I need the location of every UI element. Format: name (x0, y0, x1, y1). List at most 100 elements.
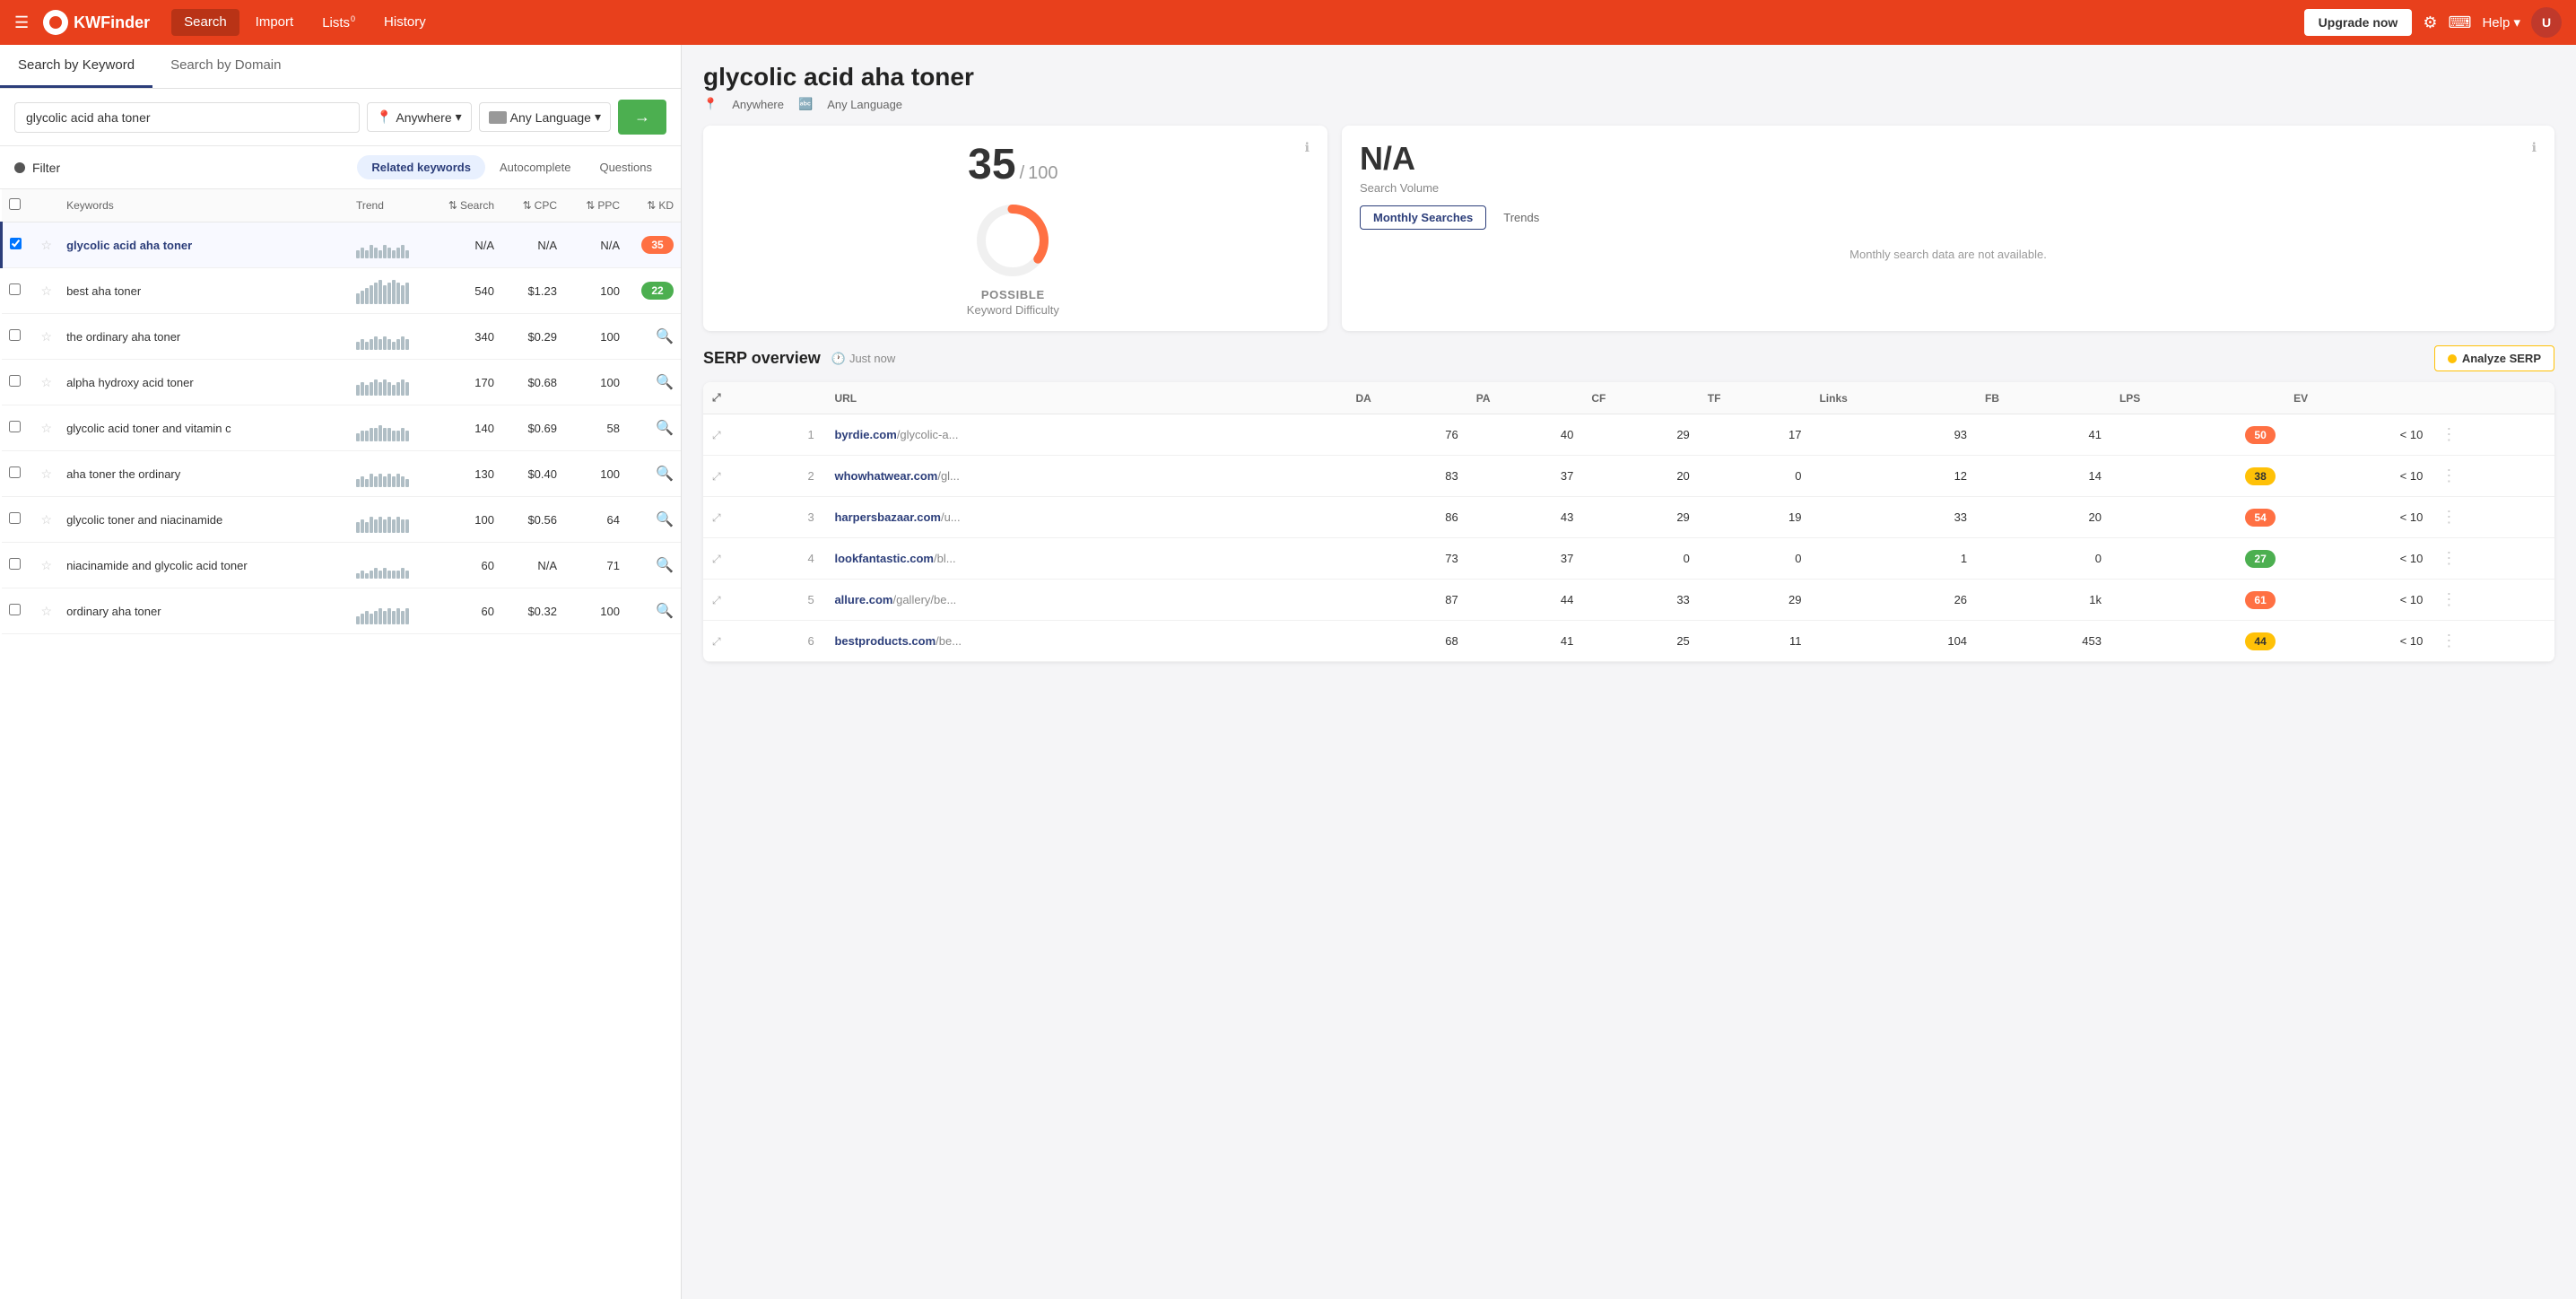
kd-search-icon[interactable]: 🔍 (656, 512, 674, 527)
language-value: Any Language (510, 110, 591, 125)
trend-bar (365, 385, 369, 396)
trend-bar (365, 250, 369, 258)
nav-import[interactable]: Import (243, 9, 307, 36)
row-checkbox[interactable] (9, 604, 21, 615)
star-icon[interactable]: ☆ (41, 421, 53, 435)
hamburger-icon[interactable]: ☰ (14, 13, 29, 32)
serp-more-icon[interactable]: ⋮ (2441, 590, 2457, 608)
trend-bar (370, 339, 373, 350)
serp-expand-cell[interactable]: ⤢ (703, 580, 798, 621)
row-checkbox[interactable] (9, 421, 21, 432)
serp-url[interactable]: byrdie.com/glycolic-a... (825, 414, 1346, 456)
kd-search-icon[interactable]: 🔍 (656, 466, 674, 482)
table-row[interactable]: ☆ the ordinary aha toner 340 $0.29 100 🔍 (2, 314, 682, 360)
tab-monthly-searches[interactable]: Monthly Searches (1360, 205, 1486, 230)
tab-trends[interactable]: Trends (1490, 205, 1553, 230)
nav-lists[interactable]: Lists0 (309, 9, 368, 36)
serp-path: /gallery/be... (892, 593, 956, 606)
trend-bar (365, 522, 369, 533)
trend-bar (383, 476, 387, 487)
table-row[interactable]: ☆ alpha hydroxy acid toner 170 $0.68 100… (2, 360, 682, 405)
serp-domain: harpersbazaar.com (834, 510, 941, 524)
keyboard-icon[interactable]: ⌨ (2448, 13, 2471, 32)
language-select[interactable]: Any Language ▾ (479, 102, 611, 132)
row-checkbox[interactable] (9, 329, 21, 341)
serp-expand-cell[interactable]: ⤢ (703, 497, 798, 538)
kd-search-icon[interactable]: 🔍 (656, 604, 674, 619)
upgrade-button[interactable]: Upgrade now (2304, 9, 2413, 36)
table-row[interactable]: ☆ glycolic toner and niacinamide 100 $0.… (2, 497, 682, 543)
serp-expand-cell[interactable]: ⤢ (703, 456, 798, 497)
star-icon[interactable]: ☆ (41, 512, 53, 527)
row-checkbox[interactable] (10, 238, 22, 249)
serp-expand-cell[interactable]: ⤢ (703, 414, 798, 456)
serp-more-icon[interactable]: ⋮ (2441, 508, 2457, 526)
serp-pa: 44 (1467, 580, 1583, 621)
help-button[interactable]: Help ▾ (2482, 14, 2520, 31)
serp-path: /glycolic-a... (897, 428, 959, 441)
trend-bar (387, 571, 391, 579)
row-checkbox[interactable] (9, 283, 21, 295)
table-row[interactable]: ☆ ordinary aha toner 60 $0.32 100 🔍 (2, 588, 682, 634)
ktype-questions[interactable]: Questions (585, 155, 666, 179)
serp-more-icon[interactable]: ⋮ (2441, 425, 2457, 443)
expand-icon: ⤢ (712, 391, 721, 404)
serp-url[interactable]: whowhatwear.com/gl... (825, 456, 1346, 497)
star-icon[interactable]: ☆ (41, 466, 53, 481)
star-icon[interactable]: ☆ (41, 375, 53, 389)
nav-search[interactable]: Search (171, 9, 239, 36)
ktype-autocomplete[interactable]: Autocomplete (485, 155, 586, 179)
table-row[interactable]: ☆ niacinamide and glycolic acid toner 60… (2, 543, 682, 588)
row-checkbox[interactable] (9, 466, 21, 478)
star-icon[interactable]: ☆ (41, 558, 53, 572)
serp-domain: byrdie.com (834, 428, 896, 441)
row-checkbox[interactable] (9, 512, 21, 524)
ppc-cell: 58 (564, 405, 627, 451)
tab-search-keyword[interactable]: Search by Keyword (0, 45, 152, 88)
trend-bar (374, 568, 378, 579)
serp-url[interactable]: allure.com/gallery/be... (825, 580, 1346, 621)
star-icon[interactable]: ☆ (41, 238, 53, 252)
filter-row: Filter Related keywords Autocomplete Que… (0, 146, 681, 189)
serp-more-icon[interactable]: ⋮ (2441, 466, 2457, 484)
nav-history[interactable]: History (371, 9, 439, 36)
kd-search-icon[interactable]: 🔍 (656, 558, 674, 573)
serp-url[interactable]: harpersbazaar.com/u... (825, 497, 1346, 538)
filter-toggle[interactable]: Filter (14, 161, 60, 175)
table-row[interactable]: ☆ best aha toner 540 $1.23 100 22 (2, 268, 682, 314)
volume-info-icon[interactable]: ℹ (2532, 140, 2537, 155)
serp-more-icon[interactable]: ⋮ (2441, 632, 2457, 650)
serp-url[interactable]: bestproducts.com/be... (825, 621, 1346, 662)
serp-url[interactable]: lookfantastic.com/bl... (825, 538, 1346, 580)
ktype-related[interactable]: Related keywords (357, 155, 485, 179)
select-all-checkbox[interactable] (9, 198, 21, 210)
serp-expand-cell[interactable]: ⤢ (703, 538, 798, 580)
table-row[interactable]: ☆ glycolic acid aha toner N/A N/A N/A 35 (2, 222, 682, 268)
trend-bar (383, 519, 387, 533)
row-checkbox[interactable] (9, 375, 21, 387)
serp-more-icon[interactable]: ⋮ (2441, 549, 2457, 567)
star-icon[interactable]: ☆ (41, 283, 53, 298)
star-icon[interactable]: ☆ (41, 604, 53, 618)
trend-bar (383, 428, 387, 441)
tab-search-domain[interactable]: Search by Domain (152, 45, 299, 88)
kd-search-icon[interactable]: 🔍 (656, 375, 674, 390)
row-checkbox[interactable] (9, 558, 21, 570)
kd-cell: 🔍 (627, 451, 681, 497)
kd-info-icon[interactable]: ℹ (1305, 140, 1310, 155)
table-row[interactable]: ☆ glycolic acid toner and vitamin c 140 … (2, 405, 682, 451)
location-select[interactable]: 📍 Anywhere ▾ (367, 102, 472, 132)
kd-search-icon[interactable]: 🔍 (656, 329, 674, 344)
table-row[interactable]: ☆ aha toner the ordinary 130 $0.40 100 🔍 (2, 451, 682, 497)
serp-rank: 6 (798, 621, 825, 662)
star-icon[interactable]: ☆ (41, 329, 53, 344)
keyword-input[interactable] (14, 102, 360, 133)
avatar[interactable]: U (2531, 7, 2562, 38)
kd-search-icon[interactable]: 🔍 (656, 421, 674, 436)
serp-tf: 29 (1699, 580, 1811, 621)
search-go-button[interactable]: → (618, 100, 666, 135)
analyze-serp-button[interactable]: Analyze SERP (2434, 345, 2554, 371)
serp-expand-cell[interactable]: ⤢ (703, 621, 798, 662)
trend-bar (379, 339, 382, 350)
settings-icon[interactable]: ⚙ (2423, 13, 2437, 32)
